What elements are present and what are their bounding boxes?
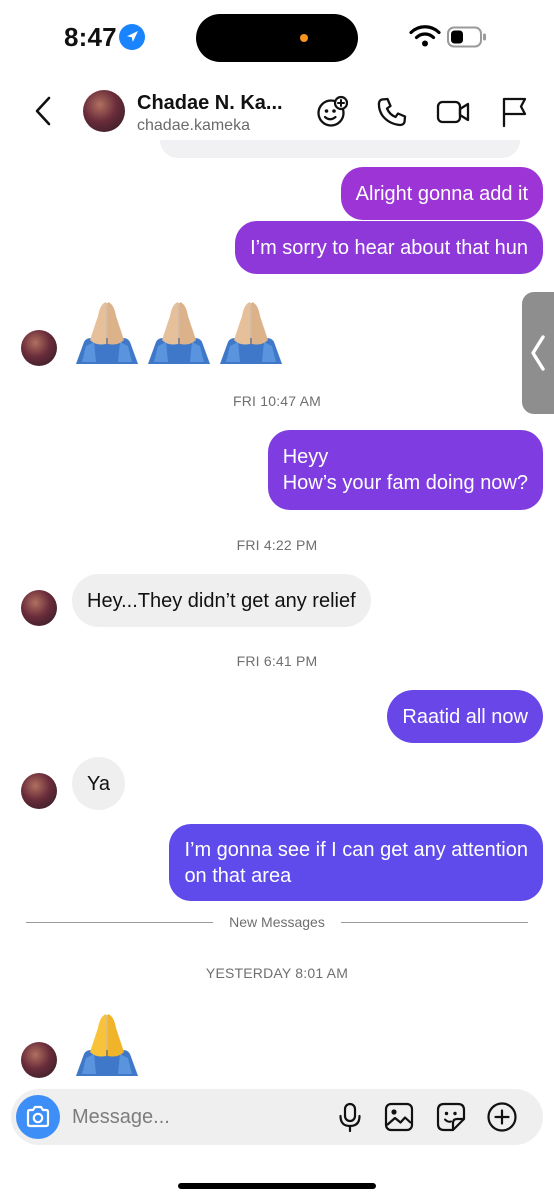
back-chevron-icon[interactable] <box>32 95 56 127</box>
message-text-line: How’s your fam doing now? <box>282 472 528 494</box>
previous-message-bubble <box>160 140 520 158</box>
effects-icon[interactable] <box>314 95 348 129</box>
folded-hands-emoji-icon <box>148 302 210 364</box>
flag-icon[interactable] <box>498 95 532 129</box>
video-camera-icon[interactable] <box>436 95 470 129</box>
folded-hands-emoji-icon <box>220 302 282 364</box>
timestamp: FRI 6:41 PM <box>236 653 318 669</box>
microphone-icon[interactable] <box>334 1101 366 1133</box>
outgoing-message[interactable]: Raatid all now <box>387 690 543 743</box>
message-text-line: I’m gonna see if I can get any attention <box>184 838 528 861</box>
phone-icon[interactable] <box>375 95 409 129</box>
emoji-message[interactable] <box>72 1008 142 1078</box>
sender-avatar[interactable] <box>21 1042 57 1078</box>
timestamp: YESTERDAY 8:01 AM <box>205 965 349 981</box>
chevron-left-icon <box>531 335 545 371</box>
camera-icon <box>26 1105 50 1128</box>
incoming-message[interactable]: Ya <box>72 757 125 810</box>
location-arrow-icon <box>119 24 145 50</box>
chat-screen: 8:47 Chadae N. Ka... chadae.kameka Alrig… <box>0 0 554 1200</box>
outgoing-message[interactable]: I’m sorry to hear about that hun <box>235 221 543 274</box>
contact-avatar[interactable] <box>83 90 125 132</box>
folded-hands-emoji-icon <box>76 1014 138 1076</box>
privacy-indicator-dot <box>300 34 308 42</box>
status-bar: 8:47 <box>0 0 554 75</box>
gallery-icon[interactable] <box>383 1101 415 1133</box>
outgoing-message[interactable]: Alright gonna add it <box>340 167 543 220</box>
camera-button[interactable] <box>16 1095 60 1139</box>
folded-hands-emoji-icon <box>76 302 138 364</box>
message-composer <box>11 1089 543 1145</box>
message-text: Alright gonna add it <box>355 182 528 205</box>
plus-icon[interactable] <box>486 1101 518 1133</box>
home-indicator[interactable] <box>178 1183 376 1189</box>
contact-handle[interactable]: chadae.kameka <box>137 117 250 135</box>
sender-avatar[interactable] <box>21 590 57 626</box>
sender-avatar[interactable] <box>21 330 57 366</box>
message-text-line: on that area <box>184 864 292 887</box>
dynamic-island <box>196 14 358 62</box>
status-time: 8:47 <box>64 22 117 52</box>
incoming-message[interactable]: Hey...They didn’t get any relief <box>72 574 371 627</box>
battery-icon <box>447 26 486 48</box>
message-text: Hey...They didn’t get any relief <box>87 589 356 612</box>
message-text: Raatid all now <box>402 705 528 728</box>
chat-header: Chadae N. Ka... chadae.kameka <box>0 75 554 147</box>
outgoing-message[interactable]: I’m gonna see if I can get any attention… <box>169 824 543 901</box>
sender-avatar[interactable] <box>21 773 57 809</box>
timestamp: FRI 4:22 PM <box>236 537 318 553</box>
wifi-icon <box>409 25 441 47</box>
message-text: Ya <box>87 772 110 795</box>
contact-name[interactable]: Chadae N. Ka... <box>137 92 283 115</box>
sticker-icon[interactable] <box>435 1101 467 1133</box>
outgoing-message[interactable]: Heyy How’s your fam doing now? <box>267 430 543 510</box>
message-input[interactable] <box>72 1099 322 1135</box>
message-text-line: Heyy <box>282 446 329 468</box>
emoji-message[interactable] <box>72 296 286 366</box>
divider-line-right <box>341 922 528 923</box>
message-text: I’m sorry to hear about that hun <box>250 236 528 259</box>
timestamp: FRI 10:47 AM <box>233 393 321 409</box>
